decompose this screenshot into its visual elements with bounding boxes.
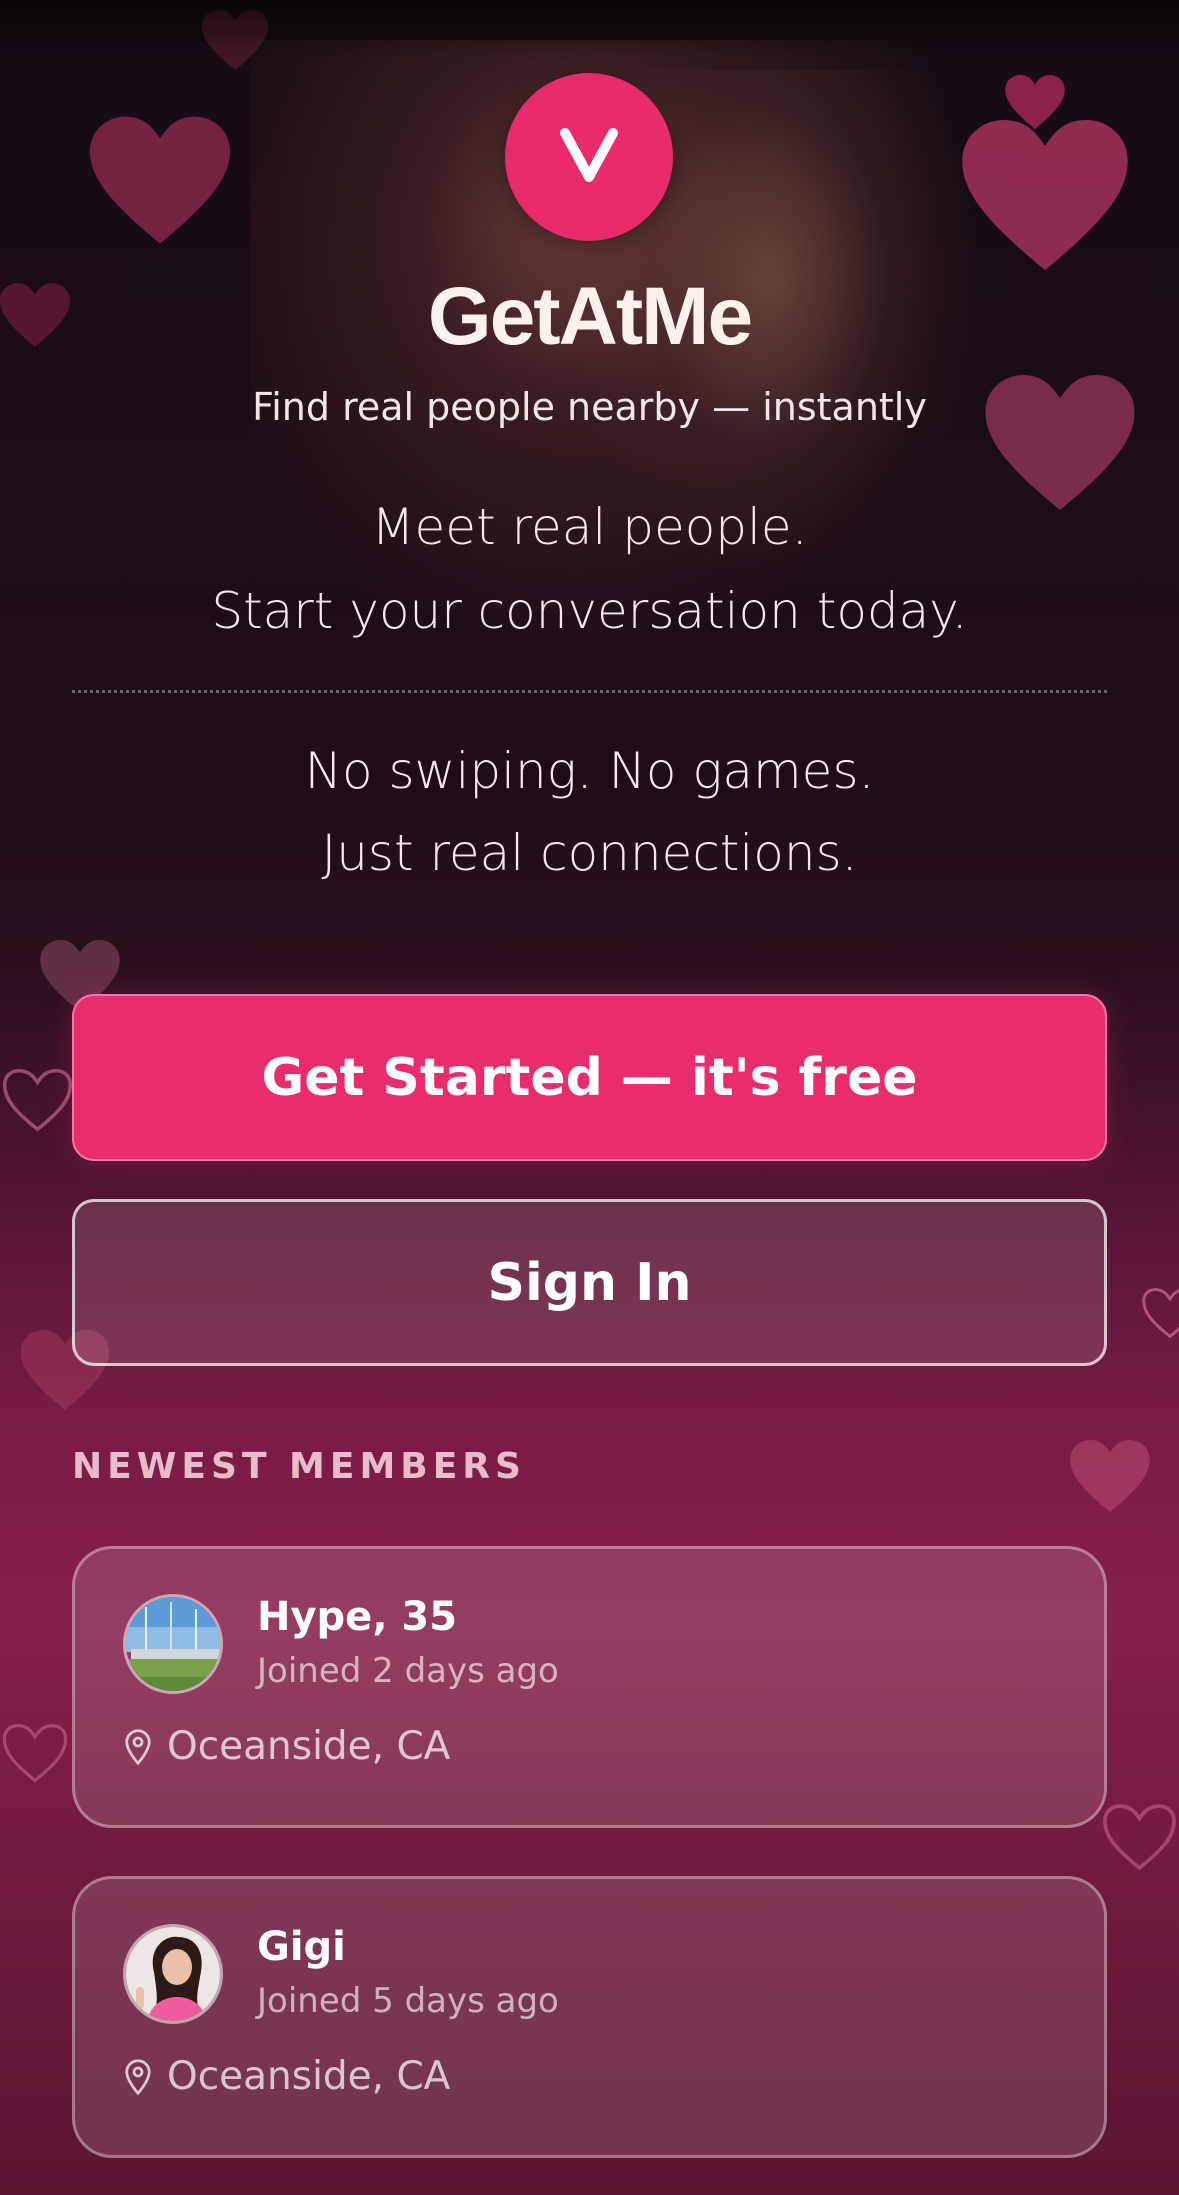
heart-icon: [962, 120, 1128, 270]
heart-outline-icon: [2, 1724, 68, 1783]
status-bar-shade: [0, 0, 1179, 60]
get-started-label: Get Started — it's free: [261, 1047, 918, 1108]
app-title: GetAtMe: [427, 271, 753, 362]
member-location-text: Oceanside, CA: [167, 1724, 451, 1769]
location-pin-icon: [125, 2058, 151, 2095]
hero-line-3: No swiping. No games.: [304, 742, 875, 800]
member-name: Gigi: [257, 1924, 346, 1970]
avatar: [123, 1594, 223, 1694]
member-joined: Joined 5 days ago: [257, 1981, 559, 2021]
hero-line-1: Meet real people.: [371, 498, 808, 556]
heart-outline-icon: [1142, 1288, 1179, 1339]
app-tagline: Find real people nearby — instantly: [252, 385, 927, 429]
member-card[interactable]: Gigi Joined 5 days ago Oceanside, CA: [72, 1876, 1107, 2158]
section-divider: [72, 690, 1107, 693]
marina-photo: [126, 1597, 220, 1691]
heart-outline-icon: [1103, 1804, 1176, 1871]
heart-icon: [1005, 75, 1065, 129]
heart-icon: [1070, 1440, 1150, 1512]
member-location-text: Oceanside, CA: [167, 2054, 451, 2099]
member-card[interactable]: Hype, 35 Joined 2 days ago Oceanside, CA: [72, 1546, 1107, 1828]
heart-icon: [90, 116, 230, 244]
logo-v-icon: [560, 128, 618, 182]
avatar: [123, 1924, 223, 2024]
member-joined: Joined 2 days ago: [257, 1651, 559, 1691]
location-pin-icon: [125, 1728, 151, 1765]
app-logo: [505, 73, 673, 241]
member-name: Hype, 35: [257, 1594, 458, 1640]
woman-pink-photo: [126, 1927, 220, 2021]
hero-line-2: Start your conversation today.: [211, 582, 968, 640]
sign-in-label: Sign In: [487, 1252, 692, 1313]
hero-line-4: Just real connections.: [321, 824, 858, 882]
get-started-button[interactable]: Get Started — it's free: [72, 994, 1107, 1161]
member-location: Oceanside, CA: [123, 2054, 450, 2099]
sign-in-button[interactable]: Sign In: [72, 1199, 1107, 1366]
heart-outline-icon: [2, 1068, 73, 1132]
member-location: Oceanside, CA: [123, 1724, 450, 1769]
newest-members-heading: NEWEST MEMBERS: [72, 1446, 526, 1487]
